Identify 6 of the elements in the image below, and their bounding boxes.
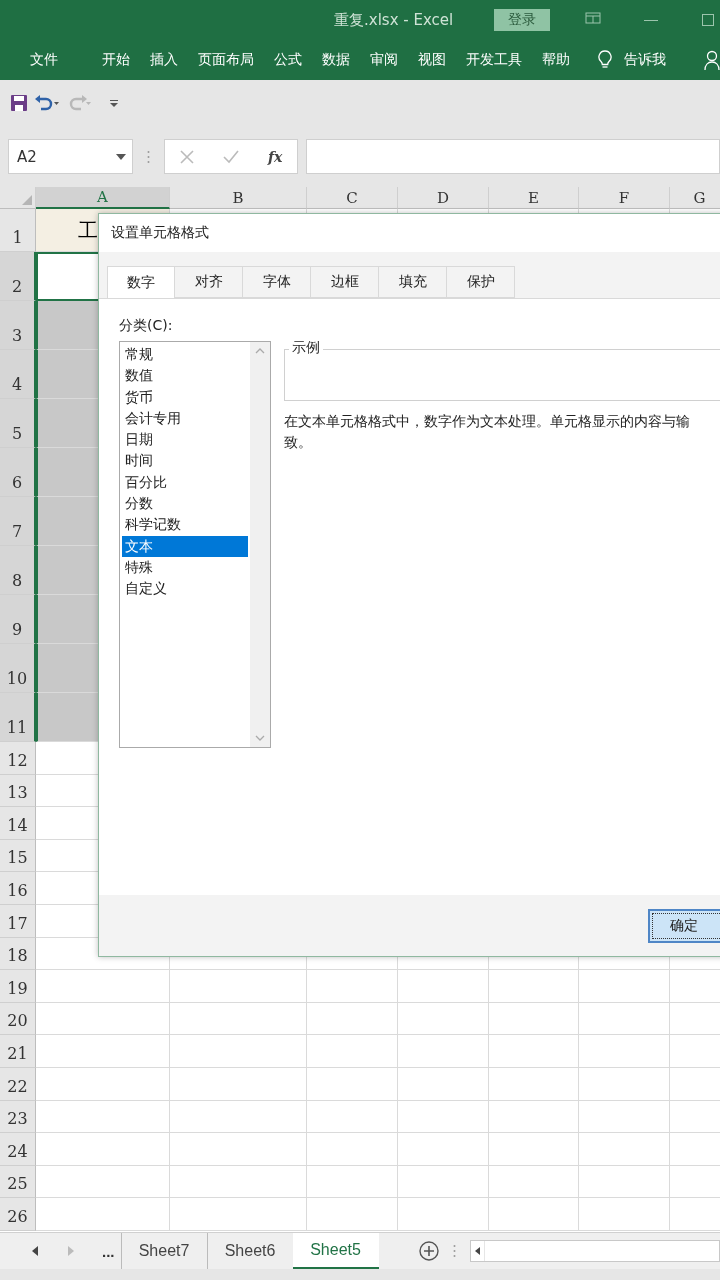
sample-label: 示例 <box>289 339 323 357</box>
description-text: 在文本单元格格式中，数字作为文本处理。单元格显示的内容与输 <box>284 412 691 431</box>
window-title: 重复.xlsx - Excel <box>334 11 454 30</box>
description-text: 致。 <box>284 433 313 452</box>
dialog-title: 设置单元格格式 <box>110 223 210 242</box>
category-label: 分类(C): <box>119 317 173 335</box>
